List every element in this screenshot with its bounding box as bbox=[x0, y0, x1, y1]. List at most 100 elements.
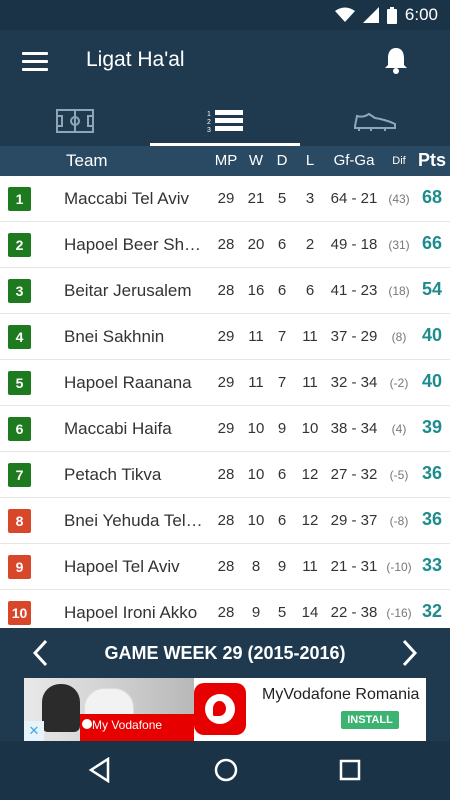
draws: 6 bbox=[277, 466, 287, 483]
losses: 14 bbox=[301, 604, 319, 621]
points: 40 bbox=[421, 371, 443, 391]
recent-apps-icon[interactable] bbox=[339, 757, 361, 783]
draws: 6 bbox=[277, 512, 287, 529]
wins: 20 bbox=[247, 236, 265, 253]
goal-difference: (-2) bbox=[389, 376, 409, 390]
game-week-title: GAME WEEK 29 (2015-2016) bbox=[104, 643, 346, 663]
draws: 7 bbox=[277, 374, 287, 391]
losses: 6 bbox=[305, 282, 315, 299]
hamburger-menu-icon[interactable] bbox=[22, 52, 48, 72]
goal-difference: (-5) bbox=[389, 468, 409, 482]
losses: 12 bbox=[301, 466, 319, 483]
table-row[interactable]: 7 Petach Tikva 28 10 6 12 27 - 32 (-5) 3… bbox=[0, 452, 450, 498]
points: 54 bbox=[421, 279, 443, 299]
goal-difference: (31) bbox=[388, 238, 410, 252]
table-row[interactable]: 2 Hapoel Beer Sheva 28 20 6 2 49 - 18 (3… bbox=[0, 222, 450, 268]
table-row[interactable]: 4 Bnei Sakhnin 29 11 7 11 37 - 29 (8) 40 bbox=[0, 314, 450, 360]
draws: 7 bbox=[277, 328, 287, 345]
goal-difference: (18) bbox=[388, 284, 410, 298]
team-name: Maccabi Tel Aviv bbox=[64, 189, 190, 208]
wins: 9 bbox=[251, 604, 261, 621]
draws: 5 bbox=[277, 604, 287, 621]
points: 39 bbox=[421, 417, 443, 437]
goal-difference: (-10) bbox=[386, 560, 412, 574]
ad-banner: My Vodafone ✕ MyVodafone Romania INSTALL bbox=[0, 678, 450, 741]
team-name: Hapoel Ironi Akko bbox=[64, 603, 198, 622]
header-l: L bbox=[305, 152, 315, 169]
team-name: Bnei Yehuda Tel Aviv bbox=[64, 511, 206, 530]
wins: 11 bbox=[248, 374, 264, 391]
matches-played: 28 bbox=[217, 512, 235, 529]
ad-brand-small: My Vodafone bbox=[92, 718, 163, 732]
football-boot-icon bbox=[354, 112, 396, 131]
ad-photo: My Vodafone ✕ bbox=[24, 678, 194, 741]
losses: 11 bbox=[302, 374, 318, 391]
table-row[interactable]: 8 Bnei Yehuda Tel Aviv 28 10 6 12 29 - 3… bbox=[0, 498, 450, 544]
points: 33 bbox=[421, 555, 443, 575]
goals-for-against: 64 - 21 bbox=[330, 190, 378, 207]
team-name: Hapoel Raanana bbox=[64, 373, 192, 392]
matches-played: 29 bbox=[217, 190, 235, 207]
team-name: Petach Tikva bbox=[64, 465, 162, 484]
losses: 2 bbox=[305, 236, 315, 253]
points: 40 bbox=[421, 325, 443, 345]
header-pts: Pts bbox=[417, 150, 446, 170]
goals-for-against: 21 - 31 bbox=[330, 558, 378, 575]
signal-icon bbox=[362, 7, 379, 23]
wins: 21 bbox=[247, 190, 265, 207]
home-icon[interactable] bbox=[213, 757, 239, 783]
points: 66 bbox=[421, 233, 443, 253]
ad-info-icon[interactable]: ✕ bbox=[24, 721, 44, 741]
table-row[interactable]: 10 Hapoel Ironi Akko 28 9 5 14 22 - 38 (… bbox=[0, 590, 450, 628]
table-row[interactable]: 1 Maccabi Tel Aviv 29 21 5 3 64 - 21 (43… bbox=[0, 176, 450, 222]
chevron-right-icon[interactable] bbox=[398, 638, 420, 668]
notification-bell-icon[interactable] bbox=[384, 46, 408, 74]
table-row[interactable]: 5 Hapoel Raanana 29 11 7 11 32 - 34 (-2)… bbox=[0, 360, 450, 406]
position-badge: 10 bbox=[8, 601, 31, 625]
position-badge: 5 bbox=[8, 371, 31, 395]
battery-icon bbox=[386, 6, 397, 24]
position-badge: 7 bbox=[8, 463, 31, 487]
losses: 3 bbox=[305, 190, 315, 207]
standings-table: 1 Maccabi Tel Aviv 29 21 5 3 64 - 21 (43… bbox=[0, 176, 450, 628]
header-w: W bbox=[248, 152, 264, 169]
losses: 10 bbox=[301, 420, 319, 437]
back-icon[interactable] bbox=[88, 757, 112, 783]
page-title: Ligat Ha'al bbox=[86, 48, 185, 71]
game-week-bar: GAME WEEK 29 (2015-2016) bbox=[0, 628, 450, 678]
team-name: Beitar Jerusalem bbox=[64, 281, 192, 300]
vodafone-logo-icon bbox=[194, 683, 246, 735]
wins: 16 bbox=[247, 282, 265, 299]
tab-bar: 1 2 3 bbox=[0, 96, 450, 146]
tab-standings[interactable]: 1 2 3 bbox=[150, 96, 300, 146]
table-row[interactable]: 6 Maccabi Haifa 29 10 9 10 38 - 34 (4) 3… bbox=[0, 406, 450, 452]
points: 36 bbox=[421, 509, 443, 529]
header-team: Team bbox=[66, 151, 108, 170]
vodafone-small-logo-icon bbox=[82, 719, 92, 729]
losses: 12 bbox=[301, 512, 319, 529]
draws: 6 bbox=[277, 236, 287, 253]
position-badge: 8 bbox=[8, 509, 31, 533]
tab-field[interactable] bbox=[0, 96, 150, 146]
status-icons: 6:00 bbox=[334, 5, 438, 25]
table-row[interactable]: 9 Hapoel Tel Aviv 28 8 9 11 21 - 31 (-10… bbox=[0, 544, 450, 590]
header-gf-ga: Gf-Ga bbox=[333, 152, 375, 169]
wins: 10 bbox=[247, 512, 265, 529]
team-name: Maccabi Haifa bbox=[64, 419, 172, 438]
table-row[interactable]: 3 Beitar Jerusalem 28 16 6 6 41 - 23 (18… bbox=[0, 268, 450, 314]
header-d: D bbox=[276, 152, 288, 169]
tab-scorers[interactable] bbox=[300, 96, 450, 146]
wins: 8 bbox=[251, 558, 261, 575]
matches-played: 28 bbox=[217, 466, 235, 483]
svg-text:3: 3 bbox=[207, 127, 211, 133]
goals-for-against: 37 - 29 bbox=[330, 328, 378, 345]
matches-played: 28 bbox=[217, 236, 235, 253]
points: 68 bbox=[421, 187, 443, 207]
team-name: Hapoel Beer Sheva bbox=[64, 235, 206, 254]
header-mp: MP bbox=[214, 152, 238, 169]
position-badge: 1 bbox=[8, 187, 31, 211]
header-dif: Dif bbox=[392, 155, 406, 167]
ad-install-button[interactable]: INSTALL bbox=[341, 711, 399, 729]
goals-for-against: 22 - 38 bbox=[330, 604, 378, 621]
ad-content[interactable]: My Vodafone ✕ MyVodafone Romania INSTALL bbox=[24, 678, 426, 741]
